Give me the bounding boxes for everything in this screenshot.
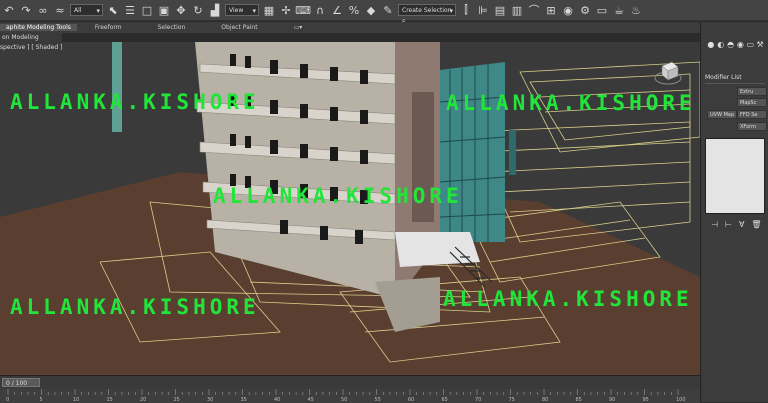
unlink-icon[interactable]: ≈ (53, 3, 67, 17)
timeline-tick-label: 55 (375, 397, 381, 403)
rect-select-region-icon[interactable]: □ (140, 3, 154, 17)
snap-3-icon[interactable]: ∩ (313, 3, 327, 17)
modifier-list-dropdown[interactable]: Modifier List (705, 74, 765, 84)
timeline-tick-label: 95 (643, 397, 649, 403)
make-unique-icon[interactable]: ∀ (739, 220, 744, 229)
modifier-button[interactable]: Extru (737, 87, 767, 96)
watermark-text: ALLANKA.KISHORE (443, 287, 693, 311)
timeline-tick-label: 50 (341, 397, 347, 403)
watermark-text: ALLANKA.KISHORE (213, 184, 463, 208)
selection-filter-dropdown[interactable]: All (70, 4, 103, 17)
timeline-tick-label: 40 (274, 397, 280, 403)
toggle-layer-icon[interactable]: ▤ (493, 3, 507, 17)
create-tab-icon[interactable]: ● (707, 40, 715, 49)
spinner-snap-icon[interactable]: ◆ (364, 3, 378, 17)
modifier-button[interactable]: XForm (737, 122, 767, 131)
utilities-tab-icon[interactable]: ⚒ (756, 40, 764, 49)
link-icon[interactable]: ∞ (36, 3, 50, 17)
mirror-icon[interactable]: ⫿ (459, 3, 473, 17)
tab-freeform[interactable]: Freeform (77, 24, 140, 31)
ribbon-tabs: aphite Modeling Tools Freeform Selection… (0, 22, 700, 33)
viewcube-icon (654, 61, 682, 85)
viewport-label[interactable]: spective ] [ Shaded ] (0, 44, 62, 51)
timeline-tick-label: 60 (408, 397, 414, 403)
select-manipulate-icon[interactable]: ✢ (279, 3, 293, 17)
angle-snap-icon[interactable]: ∠ (330, 3, 344, 17)
modifier-button[interactable]: FFD Se (737, 110, 767, 119)
window-crossing-icon[interactable]: ▣ (157, 3, 171, 17)
timeline-tick-label: 65 (442, 397, 448, 403)
graphite-toggle-icon[interactable]: ▥ (510, 3, 524, 17)
pillar (509, 130, 516, 175)
timeline-tick-label: 100 (676, 397, 686, 403)
undo-icon[interactable]: ↶ (2, 3, 16, 17)
viewcube[interactable] (654, 58, 682, 86)
hierarchy-tab-icon[interactable]: ◓ (727, 40, 735, 49)
timeline-tick-label: 30 (207, 397, 213, 403)
modifier-button[interactable]: MapSc (737, 98, 767, 107)
timeline-tick-label: 15 (107, 397, 113, 403)
main-toolbar: ↶ ↷ ∞ ≈ All ⬉ ☰ □ ▣ ✥ ↻ ▟ View ▦ ✢ ⌨ ∩ ∠… (0, 0, 768, 26)
timeline-tick-label: 80 (542, 397, 548, 403)
timeline-tick-label: 5 (40, 397, 43, 403)
command-panel: ● ◐ ◓ ◉ ▭ ⚒ Modifier List Extru MapSc UV… (700, 22, 768, 402)
pivot-icon[interactable]: ▦ (262, 3, 276, 17)
schematic-view-icon[interactable]: ⊞ (544, 3, 558, 17)
teapot-icon[interactable]: ♨ (629, 3, 643, 17)
timeline-tick-label: 90 (609, 397, 615, 403)
align-icon[interactable]: ⊫ (476, 3, 490, 17)
watermark-text: ALLANKA.KISHORE (446, 91, 696, 115)
tab-selection[interactable]: Selection (140, 24, 204, 31)
watermark-text: ALLANKA.KISHORE (10, 90, 260, 114)
ribbon-options-icon[interactable]: ▭▾ (276, 24, 321, 31)
timeline-tick-label: 35 (241, 397, 247, 403)
timeline-tick-label: 20 (140, 397, 146, 403)
select-by-name-icon[interactable]: ☰ (123, 3, 137, 17)
display-tab-icon[interactable]: ▭ (746, 40, 754, 49)
edit-named-sel-icon[interactable]: ✎ (381, 3, 395, 17)
reference-coord-dropdown[interactable]: View (225, 4, 259, 17)
pillar (112, 42, 122, 132)
filter-value: All (74, 7, 82, 14)
timeline-tick-label: 45 (308, 397, 314, 403)
timeline: 0 / 100 0 5 10 15 20 25 30 35 40 45 50 55 60 65 70 75 80… (0, 375, 700, 403)
rendered-frame-icon[interactable]: ▭ (595, 3, 609, 17)
timeline-tick-label: 85 (576, 397, 582, 403)
render-icon[interactable]: ☕ (612, 3, 626, 17)
modify-tab-icon[interactable]: ◐ (717, 40, 725, 49)
tab-graphite-modeling-tools[interactable]: aphite Modeling Tools (0, 24, 77, 31)
track-bar[interactable]: 0 5 10 15 20 25 30 35 40 45 50 55 60 65 70 75 80 85 90 95 10… (0, 376, 700, 403)
motion-tab-icon[interactable]: ◉ (736, 40, 744, 49)
redo-icon[interactable]: ↷ (19, 3, 33, 17)
select-rotate-icon[interactable]: ↻ (191, 3, 205, 17)
show-end-result-icon[interactable]: ⊢ (725, 220, 732, 229)
material-editor-icon[interactable]: ◉ (561, 3, 575, 17)
stack-tools: ⊣ ⊢ ∀ 🗑 (711, 220, 762, 229)
view-value: View (229, 7, 244, 14)
pin-stack-icon[interactable]: ⊣ (711, 220, 718, 229)
tab-object-paint[interactable]: Object Paint (203, 24, 275, 31)
select-scale-icon[interactable]: ▟ (208, 3, 222, 17)
percent-snap-icon[interactable]: % (347, 3, 361, 17)
curve-editor-icon[interactable]: ⌒ (527, 3, 541, 17)
render-setup-icon[interactable]: ⚙ (578, 3, 592, 17)
timeline-tick-label: 0 (6, 397, 9, 403)
timeline-tick-label: 75 (509, 397, 515, 403)
modifier-stack[interactable] (705, 138, 765, 214)
remove-modifier-icon[interactable]: 🗑 (751, 220, 761, 229)
timeline-tick-label: 10 (73, 397, 79, 403)
modifier-button[interactable]: UVW Map (707, 110, 737, 119)
timeline-tick-label: 70 (475, 397, 481, 403)
watermark-text: ALLANKA.KISHORE (10, 295, 260, 319)
named-selection-set-dropdown[interactable]: Create Selection S (398, 4, 456, 26)
timeline-tick-label: 25 (174, 397, 180, 403)
select-move-icon[interactable]: ✥ (174, 3, 188, 17)
polygon-modeling-panel[interactable]: on Modeling (0, 33, 62, 42)
command-panel-tabs: ● ◐ ◓ ◉ ▭ ⚒ (701, 22, 768, 49)
select-object-icon[interactable]: ⬉ (106, 3, 120, 17)
keyboard-shortcut-icon[interactable]: ⌨ (295, 3, 311, 17)
